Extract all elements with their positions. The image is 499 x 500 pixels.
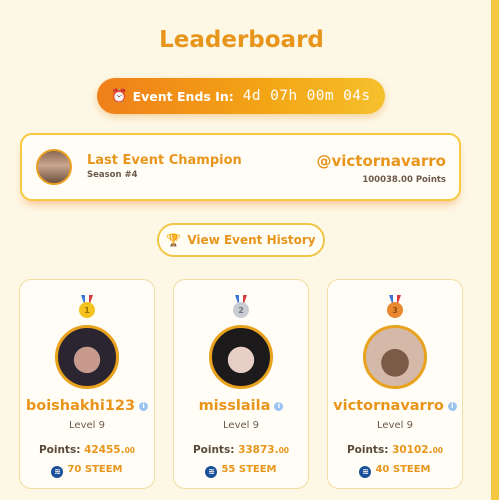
leader-level: Level 9 [223,420,259,431]
view-event-history-label: View Event History [187,233,316,247]
leader-points: Points: 30102.00 [346,444,444,456]
leader-points: Points: 33873.00 [192,444,290,456]
leader-level: Level 9 [377,420,413,431]
last-champion-card: Last Event Champion Season #4 @victornav… [20,133,461,201]
leader-card-2[interactable]: 2 misslaila i Level 9 Points: 33873.00 ≋ 5… [173,279,309,489]
view-event-history-button[interactable]: 🏆 View Event History [157,223,325,257]
verified-icon: i [139,402,149,411]
leader-username[interactable]: misslaila i [174,398,308,414]
steem-icon: ≋ [51,466,64,478]
champion-avatar [36,149,72,185]
countdown-value: 4d 07h 00m 04s [242,88,371,104]
avatar[interactable] [363,325,427,389]
champion-username[interactable]: @victornavarro [317,152,447,170]
event-ends-label: Event Ends In: [132,88,234,104]
avatar[interactable] [209,325,273,389]
avatar[interactable] [55,325,119,389]
verified-icon: i [274,402,284,411]
leader-points: Points: 42455.00 [38,444,136,456]
champion-points: 100038.00 Points [362,175,446,185]
leader-username[interactable]: victornavarro i [328,398,462,414]
event-countdown: ⏰ Event Ends In: 4d 07h 00m 04s [97,78,385,114]
alarm-clock-icon: ⏰ [111,88,128,104]
verified-icon: i [447,402,457,411]
scrollbar-track[interactable] [491,0,499,500]
trophy-icon: 🏆 [166,233,182,247]
leader-steem-reward: ≋ 40 STEEM [328,464,462,478]
champion-season: Season #4 [87,170,138,180]
page-title: Leaderboard [159,27,324,53]
leader-username[interactable]: boishakhi123 i [20,398,154,414]
leader-steem-reward: ≋ 70 STEEM [20,464,154,478]
leader-card-3[interactable]: 3 victornavarro i Level 9 Points: 30102.0… [327,279,463,489]
steem-icon: ≋ [205,466,218,478]
leader-level: Level 9 [69,420,105,431]
gold-medal-icon: 1 [78,295,96,318]
champion-title: Last Event Champion [87,153,242,168]
leader-card-1[interactable]: 1 boishakhi123 i Level 9 Points: 42455.00… [19,279,155,489]
silver-medal-icon: 2 [232,295,250,318]
leader-steem-reward: ≋ 55 STEEM [174,464,308,478]
bronze-medal-icon: 3 [386,295,404,318]
steem-icon: ≋ [359,466,372,478]
